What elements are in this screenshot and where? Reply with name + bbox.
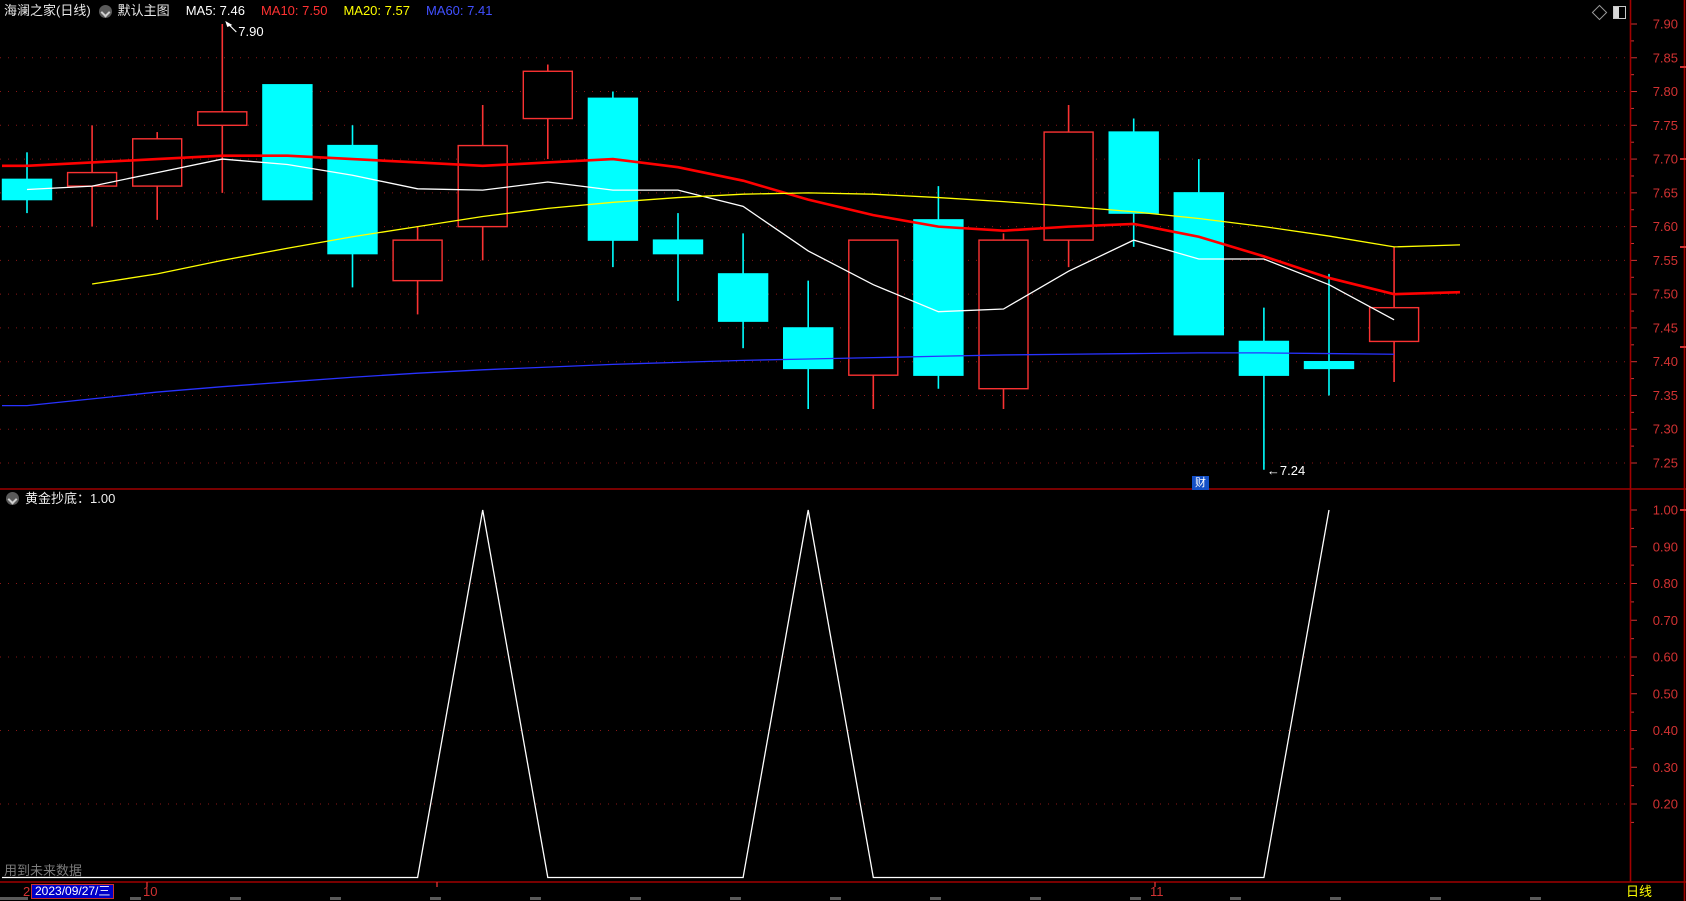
svg-text:7.60: 7.60 [1653,219,1678,234]
price-grid: 7.90 7.85 7.80 7.75 7.70 7.65 7.60 7.55 7.50 7.45… [0,17,1678,470]
candle [457,105,508,261]
line-ma20 [92,192,1461,285]
candle [978,233,1029,409]
svg-text:0.20: 0.20 [1653,797,1678,812]
stock-title: 海澜之家(日线) [4,3,91,18]
chevron-down-icon[interactable] [98,4,112,18]
indicator-name-value: 黄金抄底：1.00 [25,491,116,506]
candle [1303,273,1355,396]
candle [1043,105,1094,268]
overlay-name: 默认主图 [117,3,170,18]
main-chart-header: 海澜之家(日线) 默认主图 MA5: 7.46 MA10: 7.50 MA20:… [4,3,492,19]
selected-date-chip[interactable]: 2023/09/27/三 [31,884,115,899]
svg-text:7.65: 7.65 [1653,185,1678,200]
svg-text:7.85: 7.85 [1653,50,1678,65]
candle [262,84,313,201]
svg-text:7.75: 7.75 [1653,118,1678,133]
candle [522,64,573,160]
candle [66,125,118,227]
svg-text:0.70: 0.70 [1653,613,1678,628]
svg-text:7.40: 7.40 [1653,354,1678,369]
chart-canvas[interactable]: 7.90 7.85 7.80 7.75 7.70 7.65 7.60 7.55 7.50 7.45… [0,0,1686,901]
indicator-line [2,509,1330,879]
axis-label-partial: 2 [23,884,31,899]
candle [327,125,378,288]
candle [1173,159,1225,336]
line-ma60 [2,352,1395,407]
ma10-label: MA10: 7.50 [260,3,328,18]
svg-text:0.30: 0.30 [1653,760,1678,775]
svg-text:7.55: 7.55 [1653,253,1678,268]
annotations: 7.90 ←7.24 [225,21,1305,478]
svg-text:0.40: 0.40 [1653,723,1678,738]
month-label-nov: 11 [1150,884,1164,899]
period-button[interactable]: 日线 [1626,884,1652,899]
candle [197,24,248,193]
svg-text:0.50: 0.50 [1653,686,1678,701]
candle [913,186,964,389]
ma20-label: MA20: 7.57 [343,3,410,18]
svg-text:0.80: 0.80 [1653,576,1678,591]
candle [587,91,639,268]
finance-link-badge[interactable]: 财 [1192,476,1209,490]
ma60-label: MA60: 7.41 [425,3,493,18]
month-label-oct: 10 [143,884,158,899]
svg-text:0.60: 0.60 [1653,650,1678,665]
indicator-grid: 1.00 0.90 0.80 0.70 0.60 0.50 0.40 0.30 0.20 [0,503,1678,823]
candle [848,239,899,409]
app-window: 7.90 7.85 7.80 7.75 7.70 7.65 7.60 7.55 7.50 7.45… [0,0,1686,901]
date-axis-bar: 2 2023/09/27/三 10 11 日线 [0,883,1686,901]
chevron-down-icon[interactable] [6,492,19,505]
ma5-label: MA5: 7.46 [185,3,245,18]
candle [717,233,769,349]
svg-text:7.50: 7.50 [1653,287,1678,302]
candle [392,226,443,315]
split-window-icon[interactable] [1613,6,1626,19]
svg-text:7.25: 7.25 [1653,455,1678,470]
svg-text:←7.24: ←7.24 [1267,463,1305,478]
candle [1238,307,1290,470]
svg-text:0.90: 0.90 [1653,539,1678,554]
svg-text:7.80: 7.80 [1653,84,1678,99]
svg-text:7.30: 7.30 [1653,422,1678,437]
candle [1,152,53,214]
diamond-icon[interactable] [1591,4,1608,21]
candle [652,213,704,301]
candle [783,280,834,409]
svg-text:7.45: 7.45 [1653,320,1678,335]
frame [0,0,1686,901]
indicator-header: 黄金抄底：1.00 [4,491,115,506]
future-data-warning: 用到未来数据 [4,863,83,878]
svg-text:7.90: 7.90 [238,24,263,39]
svg-text:1.00: 1.00 [1653,503,1678,518]
svg-text:7.35: 7.35 [1653,388,1678,403]
chart-toolbar [1591,4,1626,21]
candles [1,24,1420,470]
svg-text:7.70: 7.70 [1653,152,1678,167]
svg-text:7.90: 7.90 [1653,17,1678,32]
